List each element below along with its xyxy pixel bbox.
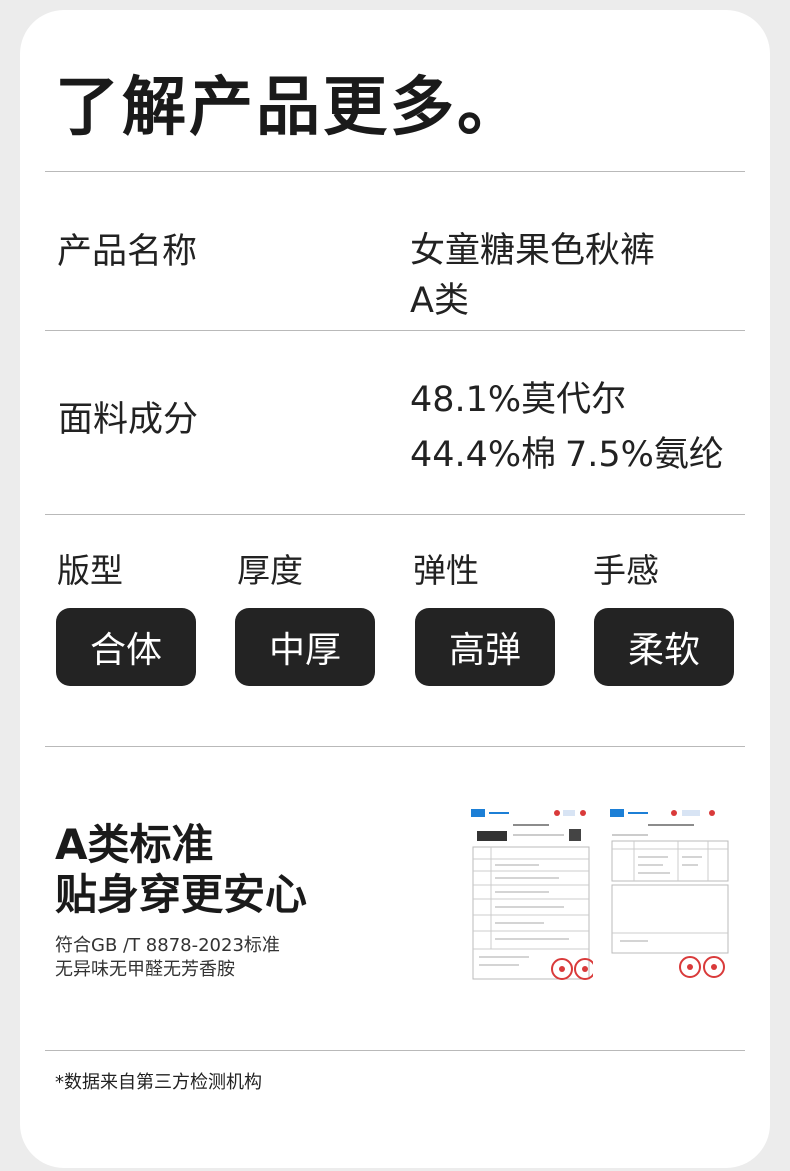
product-grade-value: A类 [410, 281, 469, 321]
product-info-card: 了解产品更多。 产品名称 女童糖果色秋裤 A类 面料成分 48.1%莫代尔 44… [20, 10, 770, 1168]
standard-safety-text: 无异味无甲醛无芳香胺 [55, 959, 235, 980]
fit-label: 版型 [57, 551, 123, 590]
divider [45, 171, 745, 172]
divider [45, 746, 745, 747]
elasticity-badge: 高弹 [415, 608, 555, 686]
test-report-page-2 [608, 807, 732, 989]
fabric-cotton-value: 44.4%棉 [410, 435, 557, 475]
product-name-label: 产品名称 [57, 232, 198, 272]
thickness-badge: 中厚 [235, 608, 375, 686]
standard-headline-line2: 贴身穿更安心 [55, 870, 308, 919]
standard-headline-line1: A类标准 [55, 820, 214, 869]
data-source-footnote: *数据来自第三方检测机构 [55, 1072, 262, 1093]
standard-compliance-text: 符合GB /T 8878-2023标准 [55, 935, 280, 956]
page-title: 了解产品更多。 [55, 71, 524, 145]
thickness-label: 厚度 [237, 551, 303, 590]
divider [45, 330, 745, 331]
fabric-spandex-value: 7.5%氨纶 [565, 435, 724, 475]
test-report-page-1 [469, 807, 593, 989]
fabric-label: 面料成分 [58, 400, 199, 440]
standard-headline: A类标准 贴身穿更安心 [55, 820, 307, 920]
divider [45, 1050, 745, 1051]
fit-badge: 合体 [56, 608, 196, 686]
fabric-modal-value: 48.1%莫代尔 [410, 380, 627, 420]
hand-feel-badge: 柔软 [594, 608, 734, 686]
divider [45, 514, 745, 515]
product-name-value: 女童糖果色秋裤 [410, 231, 656, 271]
hand-feel-label: 手感 [593, 551, 659, 590]
elasticity-label: 弹性 [413, 551, 479, 590]
